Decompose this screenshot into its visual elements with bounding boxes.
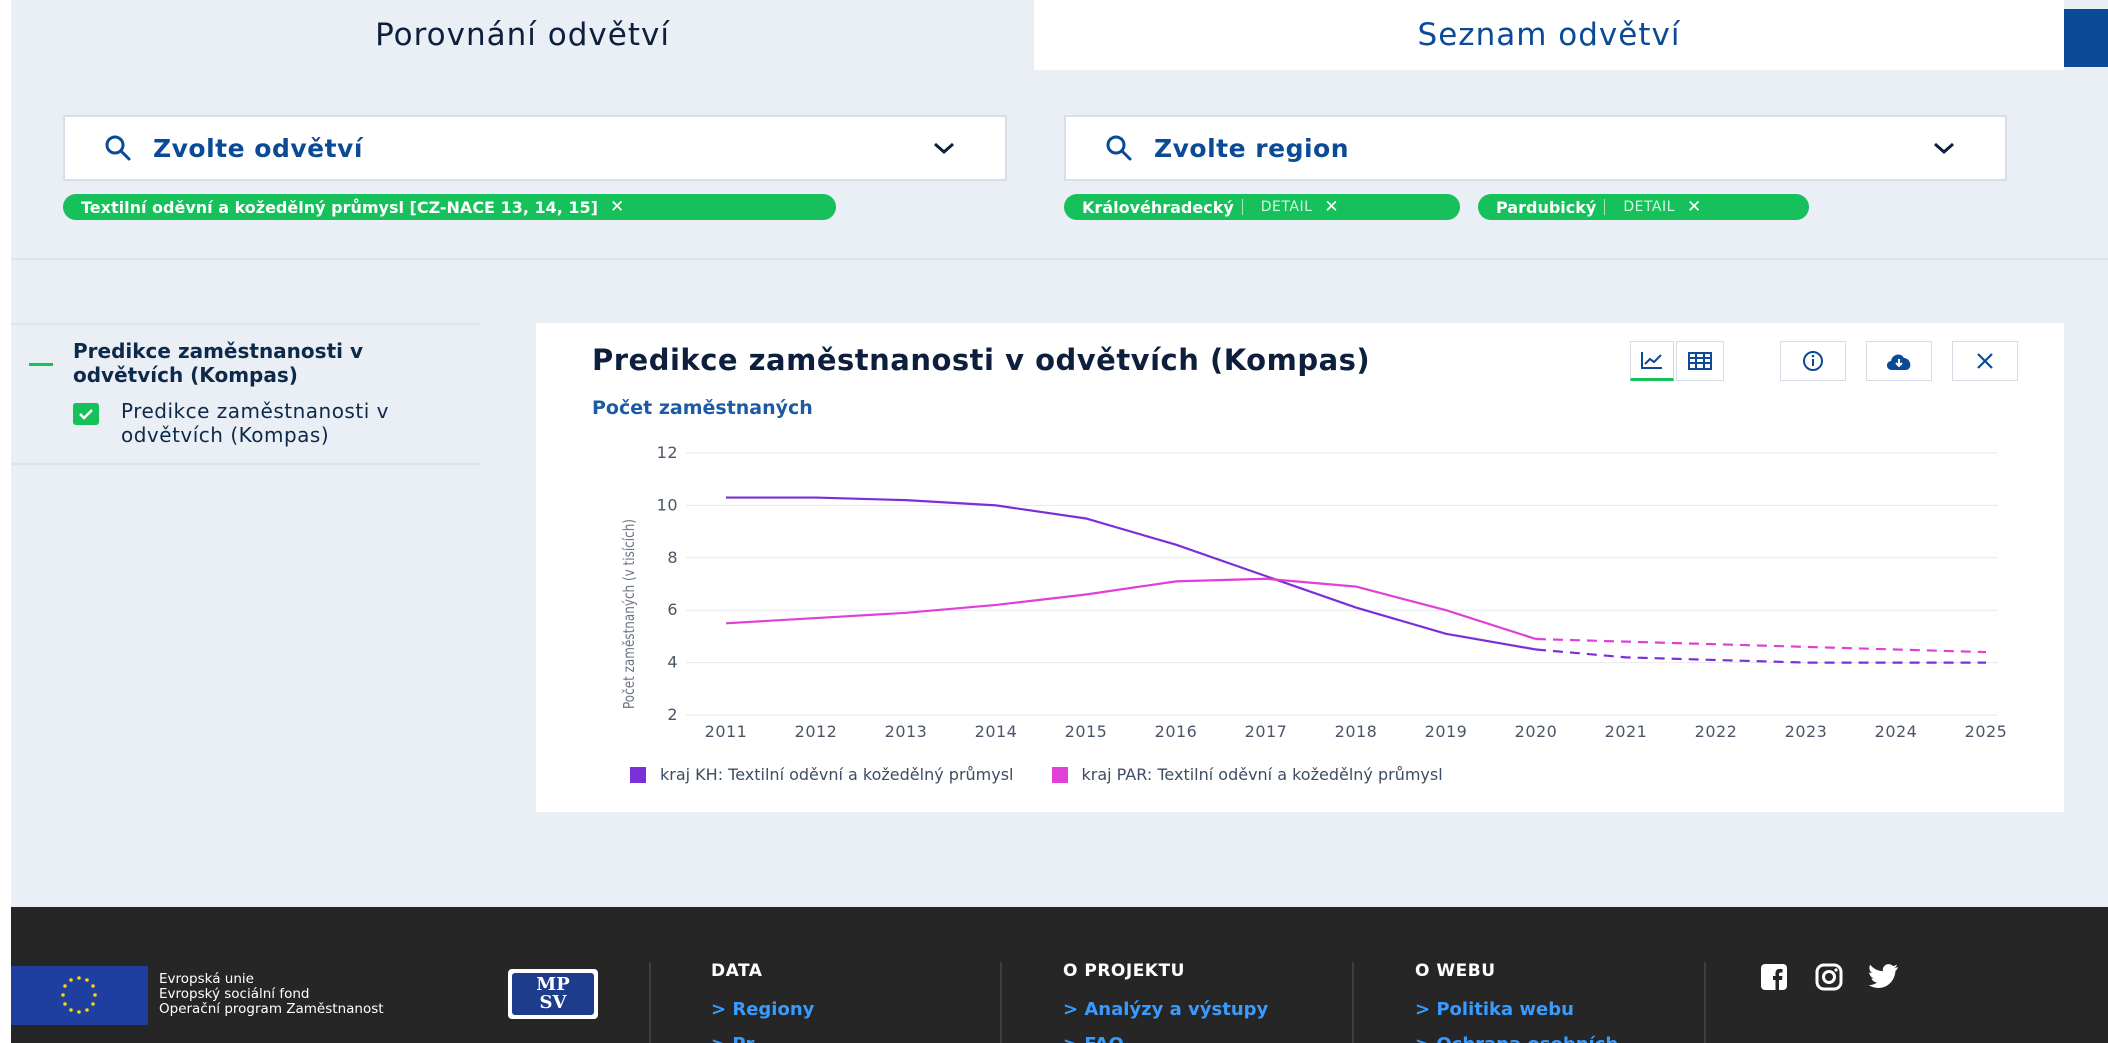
twitter-icon <box>1868 964 1898 988</box>
footer-separator <box>649 962 651 1043</box>
x-tick-label: 2022 <box>1695 722 1738 741</box>
instagram-icon <box>1815 963 1843 991</box>
chart-legend: kraj KH: Textilní oděvní a kožedělný prů… <box>630 765 1481 784</box>
sector-select-label: Zvolte odvětví <box>153 133 363 163</box>
x-tick-label: 2013 <box>885 722 928 741</box>
y-tick-label: 8 <box>667 548 678 567</box>
y-tick-label: 12 <box>657 443 678 462</box>
facebook-link[interactable] <box>1756 961 1792 993</box>
region-chip-detail-link[interactable]: DETAIL <box>1604 199 1683 215</box>
sector-chip: Textilní oděvní a kožedělný průmysl [CZ-… <box>63 194 836 220</box>
region-chip-label: Královéhradecký <box>1082 197 1234 217</box>
x-tick-label: 2021 <box>1605 722 1648 741</box>
region-select-label: Zvolte region <box>1154 133 1350 163</box>
mpsv-logo-line: SV <box>539 992 567 1013</box>
footer-heading: DATA <box>711 961 763 981</box>
mpsv-logo[interactable]: MP SV <box>508 969 598 1019</box>
section-divider <box>11 258 2108 260</box>
y-tick-label: 4 <box>667 653 678 672</box>
line-chart: 2 4 6 8 10 12 2011 2012 2013 2014 2015 2016 2017 2018… <box>621 443 2008 741</box>
footer-separator <box>1000 962 1002 1043</box>
footer-separator <box>1352 962 1354 1043</box>
sector-select[interactable]: Zvolte odvětví <box>63 115 1007 181</box>
region-chip-detail-link[interactable]: DETAIL <box>1241 199 1321 215</box>
eu-line: Evropský sociální fond <box>159 986 310 1002</box>
footer-column-o-projektu: O PROJEKTU > Analýzy a výstupy > FAQ <box>1063 961 1268 1043</box>
legend-label: kraj KH: Textilní oděvní a kožedělný prů… <box>660 765 1014 784</box>
y-axis-title: Počet zaměstnaných (v tisících) <box>621 519 639 709</box>
legend-item-par[interactable]: kraj PAR: Textilní oděvní a kožedělný pr… <box>1051 765 1443 784</box>
x-tick-label: 2015 <box>1065 722 1108 741</box>
indicator-item-label[interactable]: Predikce zaměstnanosti v odvětvích (Komp… <box>121 399 481 447</box>
eu-flag-icon <box>11 966 148 1025</box>
footer: Evropská unie Evropský sociální fond Ope… <box>11 907 2108 1043</box>
eu-line: Evropská unie <box>159 971 254 987</box>
x-tick-label: 2025 <box>1965 722 2008 741</box>
legend-item-kh[interactable]: kraj KH: Textilní oděvní a kožedělný prů… <box>630 765 1014 784</box>
footer-link[interactable]: > Regiony <box>711 999 814 1020</box>
facebook-icon <box>1761 964 1787 990</box>
region-select[interactable]: Zvolte region <box>1064 115 2007 181</box>
footer-link[interactable]: > Ochrana osobních... <box>1415 1034 1639 1043</box>
footer-link[interactable]: > Pr... <box>711 1034 814 1043</box>
series-forecast-line <box>1535 637 1987 654</box>
x-tick-label: 2014 <box>975 722 1018 741</box>
search-icon <box>105 135 131 161</box>
footer-column-o-webu: O WEBU > Politika webu > Ochrana osobníc… <box>1415 961 1639 1043</box>
indicator-group-title[interactable]: Predikce zaměstnanosti v odvětvích (Komp… <box>73 339 473 387</box>
footer-separator <box>1704 962 1706 1043</box>
eu-line: Operační program Zaměstnanost <box>159 1001 384 1017</box>
y-tick-label: 2 <box>667 705 678 724</box>
region-chip: Pardubický DETAIL ✕ <box>1478 194 1809 220</box>
x-tick-label: 2018 <box>1335 722 1378 741</box>
chip-remove-icon[interactable]: ✕ <box>606 197 642 217</box>
footer-link[interactable]: > FAQ <box>1063 1034 1268 1043</box>
x-tick-label: 2024 <box>1875 722 1918 741</box>
legend-label: kraj PAR: Textilní oděvní a kožedělný pr… <box>1081 765 1443 784</box>
twitter-link[interactable] <box>1866 961 1902 993</box>
x-tick-label: 2012 <box>795 722 838 741</box>
chevron-down-icon <box>1934 142 1954 155</box>
tab-porovnani-odvetvi[interactable]: Porovnání odvětví <box>11 0 1034 70</box>
footer-link[interactable]: > Analýzy a výstupy <box>1063 999 1268 1020</box>
x-tick-label: 2011 <box>705 722 748 741</box>
sector-chip-label: Textilní oděvní a kožedělný průmysl [CZ-… <box>81 197 598 217</box>
series-forecast-line <box>1535 648 1986 664</box>
search-icon <box>1106 135 1132 161</box>
chip-remove-icon[interactable]: ✕ <box>1320 197 1356 217</box>
tab-seznam-odvetvi[interactable]: Seznam odvětví <box>1034 0 2064 70</box>
region-chip-label: Pardubický <box>1496 197 1597 217</box>
x-tick-label: 2019 <box>1425 722 1468 741</box>
footer-heading: O PROJEKTU <box>1063 961 1185 981</box>
chart-card: Predikce zaměstnanosti v odvětvích (Komp… <box>536 323 2064 812</box>
eu-funding-text: Evropská unie Evropský sociální fond Ope… <box>159 972 384 1017</box>
y-tick-label: 6 <box>667 600 678 619</box>
chip-remove-icon[interactable]: ✕ <box>1683 197 1719 217</box>
legend-swatch <box>1051 766 1068 783</box>
x-tick-label: 2020 <box>1515 722 1558 741</box>
legend-swatch <box>630 766 646 783</box>
footer-column-data: DATA > Regiony > Pr... <box>711 961 814 1043</box>
x-tick-label: 2017 <box>1245 722 1288 741</box>
indicator-line-marker <box>29 363 53 366</box>
mpsv-logo-mark: MP SV <box>512 973 594 1015</box>
x-tick-label: 2016 <box>1155 722 1198 741</box>
series-line <box>726 496 1537 651</box>
chevron-down-icon <box>934 142 954 155</box>
instagram-link[interactable] <box>1811 961 1847 993</box>
side-accent[interactable] <box>2064 9 2108 67</box>
footer-link[interactable]: > Politika webu <box>1415 999 1639 1020</box>
region-chip: Královéhradecký DETAIL ✕ <box>1064 194 1460 220</box>
footer-heading: O WEBU <box>1415 961 1496 981</box>
checkbox-checked-icon[interactable] <box>73 403 99 425</box>
series-line <box>725 577 1537 641</box>
x-tick-label: 2023 <box>1785 722 1828 741</box>
indicator-legend-panel: Predikce zaměstnanosti v odvětvích (Komp… <box>11 323 481 465</box>
y-tick-label: 10 <box>657 495 678 514</box>
